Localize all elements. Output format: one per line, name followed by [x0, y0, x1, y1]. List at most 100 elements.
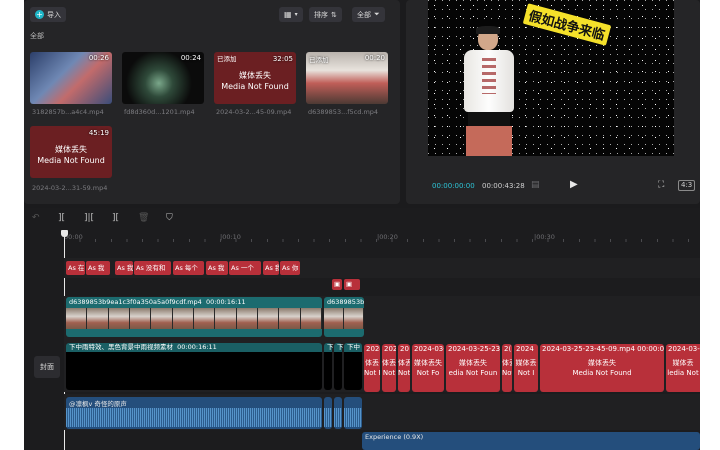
background-clip[interactable]: 下中 — [344, 343, 362, 390]
missing-cn: 体丢 — [502, 359, 512, 367]
missing-en: ledia Not — [667, 369, 699, 377]
clip-frames — [324, 308, 364, 329]
text-segment[interactable]: As 我 — [115, 261, 133, 275]
shield-icon[interactable]: ⛉ — [166, 213, 173, 223]
background-clip[interactable]: 下中雨特效、黑色背景中雨视频素材 00:00:16:11 — [66, 343, 322, 390]
total-time: 00:00:43:28 — [482, 182, 525, 190]
missing-clip[interactable]: 2024-03- 媒体丢 ledia Not — [666, 344, 700, 392]
split-left-icon[interactable]: ]|[ — [84, 213, 94, 223]
cover-label: 封面 — [40, 363, 54, 371]
list-icon[interactable]: ▤ — [531, 180, 540, 190]
media-duration: 32:05 — [272, 55, 293, 63]
missing-clip[interactable]: 2024-03-25-23- 媒体丢失 edia Not Foun — [446, 344, 500, 392]
audio-clip[interactable] — [334, 397, 342, 429]
filter-button[interactable]: 全部 ⏷ — [352, 7, 385, 22]
audio-clip[interactable] — [344, 397, 362, 429]
text-segment[interactable]: As 一个 — [229, 261, 261, 275]
missing-en: Not F — [502, 369, 512, 377]
text-segment[interactable]: As 在 — [66, 261, 85, 275]
media-duration: 00:24 — [180, 54, 201, 62]
audio-label: @凛枫v 奇怪的原声 — [69, 400, 127, 408]
missing-cn: 体丢 — [365, 359, 379, 367]
clip-title: 2024-03-25-23- — [448, 345, 500, 353]
media-item[interactable]: 00:24 — [122, 52, 204, 104]
missing-en: Not — [382, 369, 396, 377]
sticker-segment[interactable]: ▣ — [332, 279, 342, 290]
background-clip[interactable]: 下 — [324, 343, 334, 390]
clip-title: 2024-03-25-23-45-09.mp4 00:00:08: — [542, 345, 664, 353]
sticker-segment[interactable]: ▣ — [344, 279, 360, 290]
media-duration: 45:19 — [88, 129, 109, 137]
clip-title: 2024-03- — [414, 345, 444, 353]
sort-icon: ⇅ — [331, 10, 337, 19]
split-right-icon[interactable]: ][ — [112, 213, 119, 223]
clip-duration: 00:00:16:11 — [205, 298, 246, 306]
missing-clip[interactable]: 202 体丢 Not — [382, 344, 396, 392]
music-label: Experience (0.9X) — [365, 433, 424, 441]
missing-text-en: Media Not Found — [221, 82, 289, 91]
ratio-button[interactable]: 4:3 — [678, 180, 696, 191]
crop-icon[interactable]: ⛶ — [658, 180, 664, 190]
missing-cn: 媒体丢失 — [414, 359, 442, 367]
plus-icon: + — [35, 10, 44, 19]
filter-icon: ⏷ — [374, 10, 380, 18]
split-icon[interactable]: ][ — [58, 213, 65, 223]
audio-clip[interactable] — [324, 397, 332, 429]
audio-waveform — [66, 408, 322, 427]
time-ruler[interactable]: 00:00 |00:10 |00:20 |00:30 — [64, 230, 700, 242]
media-item[interactable]: 45:19 媒体丢失 Media Not Found — [30, 126, 112, 178]
chevron-down-icon: ▾ — [294, 11, 298, 18]
missing-clip[interactable]: 20 体丢 Not — [398, 344, 410, 392]
text-segment[interactable]: As 我 — [206, 261, 228, 275]
media-filename: fd8d360d...1201.mp4 — [124, 108, 195, 116]
missing-clip[interactable]: 2024-03- 媒体丢失 Not Fo — [412, 344, 444, 392]
text-segment[interactable]: As 我 — [86, 261, 110, 275]
view-toggle-button[interactable]: ▦ ▾ — [279, 7, 303, 22]
audio-clip[interactable]: @凛枫v 奇怪的原声 — [66, 397, 322, 429]
missing-en: Not — [398, 369, 410, 377]
import-button[interactable]: + 导入 — [30, 7, 66, 22]
added-badge: 已添加 — [217, 55, 237, 63]
missing-cn: 媒体丢失 — [459, 359, 487, 367]
media-item[interactable]: 已添加 00:20 — [306, 52, 388, 104]
overlay-text[interactable]: 假如战争来临 — [522, 3, 612, 46]
clip-title: 202 — [384, 345, 396, 353]
clip-duration: 00:00:16:11 — [177, 343, 217, 351]
preview-canvas[interactable]: 假如战争来临 — [428, 0, 674, 156]
added-badge: 已添加 — [309, 56, 329, 64]
missing-text-en: Media Not Found — [37, 156, 105, 165]
video-clip[interactable]: d6389853b — [324, 297, 364, 337]
text-segment[interactable]: As 你 — [280, 261, 300, 275]
current-time: 00:00:00:00 — [432, 182, 475, 190]
background-clip[interactable]: 下 — [334, 343, 344, 390]
delete-icon[interactable]: 🗑 — [138, 213, 149, 223]
text-segment[interactable]: As 我 — [263, 261, 279, 275]
missing-clip[interactable]: 2024 媒体丢 Not I — [514, 344, 538, 392]
media-item[interactable]: 00:26 — [30, 52, 112, 104]
sort-label: 排序 — [314, 10, 328, 19]
video-clip[interactable]: d6389853b9ea1c3f0a350a5a0f9cdf.mp4 00:00… — [66, 297, 322, 337]
missing-cn: 媒体丢 — [672, 359, 694, 367]
media-duration: 00:20 — [364, 54, 385, 62]
missing-clip[interactable]: 2( 体丢 Not F — [502, 344, 512, 392]
media-item[interactable]: 已添加 32:05 媒体丢失 Media Not Found — [214, 52, 296, 104]
clip-name: d6389853b — [327, 298, 364, 306]
text-segment[interactable]: As 每个 — [173, 261, 204, 275]
editor-window: + 导入 ▦ ▾ 排序 ⇅ 全部 ⏷ 全部 00:26 3182857b...a… — [24, 0, 700, 450]
missing-en: Not F — [364, 369, 380, 377]
music-clip[interactable]: Experience (0.9X) — [362, 432, 700, 450]
missing-clip[interactable]: 2024 体丢 Not F — [364, 344, 380, 392]
missing-cn: 媒体丢失 — [588, 359, 616, 367]
missing-cn: 媒体丢 — [515, 359, 537, 367]
clip-title: 20 — [400, 345, 409, 353]
import-label: 导入 — [47, 10, 61, 19]
grid-icon: ▦ — [284, 10, 292, 19]
play-button[interactable]: ▶ — [570, 179, 578, 190]
player-panel: 假如战争来临 00:00:00:00 00:00:43:28 ▤ ▶ ⛶ 4:3… — [406, 0, 700, 204]
text-segment[interactable]: As 没有和 — [134, 261, 171, 275]
missing-en: edia Not Foun — [448, 369, 498, 377]
cover-button[interactable]: 封面 — [34, 356, 60, 378]
missing-clip[interactable]: 2024-03-25-23-45-09.mp4 00:00:08: 媒体丢失 Me… — [540, 344, 664, 392]
sort-button[interactable]: 排序 ⇅ — [309, 7, 342, 22]
undo-icon[interactable]: ↶ — [32, 213, 40, 223]
